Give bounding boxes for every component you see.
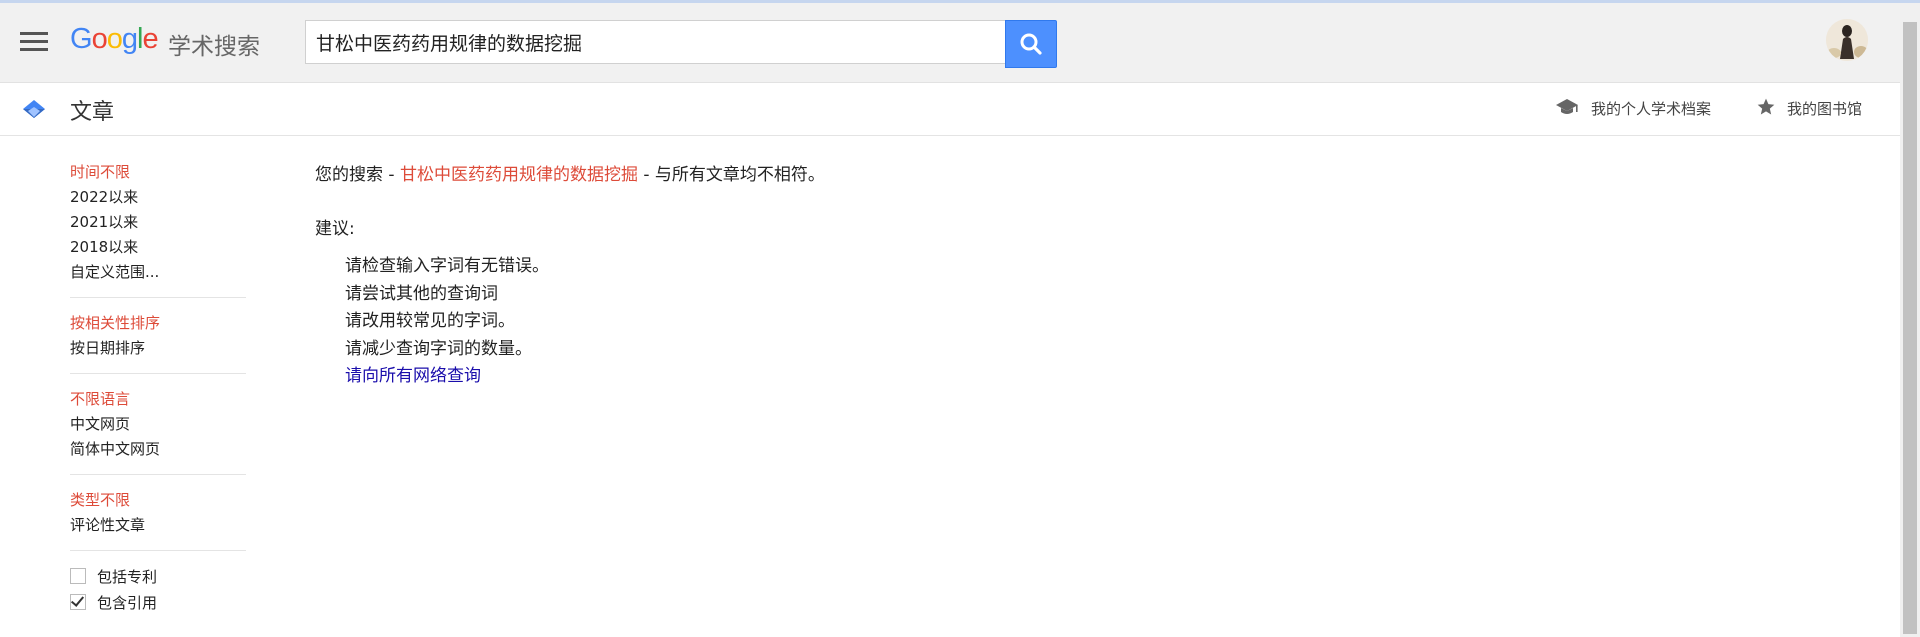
checkbox-box-checked[interactable]	[70, 594, 86, 610]
filter-any-time[interactable]: 时间不限	[70, 160, 246, 185]
filter-since-2018[interactable]: 2018以来	[70, 235, 246, 260]
search-icon	[1020, 33, 1042, 55]
my-profile-label: 我的个人学术档案	[1591, 100, 1712, 118]
include-citations-checkbox[interactable]: 包含引用	[70, 590, 246, 616]
search-all-web-link[interactable]: 请向所有网络查询	[345, 366, 481, 386]
include-patents-checkbox[interactable]: 包括专利	[70, 564, 246, 590]
no-results-message: 您的搜索 - 甘松中医药药用规律的数据挖掘 - 与所有文章均不相符。	[315, 160, 825, 185]
suggestions-list: 请检查输入字词有无错误。 请尝试其他的查询词 请改用较常见的字词。 请减少查询字…	[315, 253, 825, 391]
filter-sidebar: 时间不限 2022以来 2021以来 2018以来 自定义范围... 按相关性排…	[70, 160, 246, 616]
scholar-title[interactable]: 学术搜索	[168, 27, 260, 61]
suggestion-item: 请检查输入字词有无错误。	[345, 256, 549, 276]
filter-custom-range[interactable]: 自定义范围...	[70, 260, 246, 285]
search-input[interactable]	[305, 20, 1005, 64]
filter-any-type[interactable]: 类型不限	[70, 488, 246, 513]
search-button[interactable]	[1005, 20, 1057, 68]
filter-since-2021[interactable]: 2021以来	[70, 210, 246, 235]
message-suffix: - 与所有文章均不相符。	[637, 165, 825, 185]
divider	[70, 474, 246, 475]
scholar-cap-icon	[23, 100, 45, 118]
filter-any-language[interactable]: 不限语言	[70, 387, 246, 412]
section-bar: 文章 我的个人学术档案 我的图书馆	[0, 83, 1900, 136]
include-patents-label: 包括专利	[97, 568, 158, 586]
suggestion-item: 请减少查询字词的数量。	[345, 338, 532, 359]
my-library-label: 我的图书馆	[1787, 100, 1863, 118]
scrollbar-thumb[interactable]	[1903, 22, 1917, 634]
avatar[interactable]	[1826, 19, 1868, 61]
menu-icon[interactable]	[20, 32, 48, 52]
sort-by-relevance[interactable]: 按相关性排序	[70, 311, 246, 336]
section-title: 文章	[70, 100, 115, 125]
graduation-cap-icon	[1556, 99, 1578, 114]
search-form	[305, 20, 1057, 68]
google-logo[interactable]: Google	[70, 23, 159, 56]
sort-by-date[interactable]: 按日期排序	[70, 336, 246, 361]
message-prefix: 您的搜索 -	[315, 165, 400, 185]
suggestion-item: 请改用较常见的字词。	[345, 311, 515, 331]
message-query: 甘松中医药药用规律的数据挖掘	[399, 165, 638, 185]
header-bar: Google 学术搜索	[0, 3, 1900, 83]
filter-simplified-chinese[interactable]: 简体中文网页	[70, 437, 246, 462]
checkbox-box[interactable]	[70, 568, 86, 584]
filter-since-2022[interactable]: 2022以来	[70, 185, 246, 210]
filter-chinese-pages[interactable]: 中文网页	[70, 412, 246, 437]
suggestions-title: 建议:	[315, 219, 355, 239]
results-area: 您的搜索 - 甘松中医药药用规律的数据挖掘 - 与所有文章均不相符。 建议: 请…	[315, 160, 825, 391]
suggestion-item: 请尝试其他的查询词	[345, 283, 498, 304]
divider	[70, 373, 246, 374]
filter-review-articles[interactable]: 评论性文章	[70, 513, 246, 538]
divider	[70, 550, 246, 551]
include-citations-label: 包含引用	[97, 594, 158, 612]
divider	[70, 297, 246, 298]
star-icon	[1757, 98, 1775, 115]
